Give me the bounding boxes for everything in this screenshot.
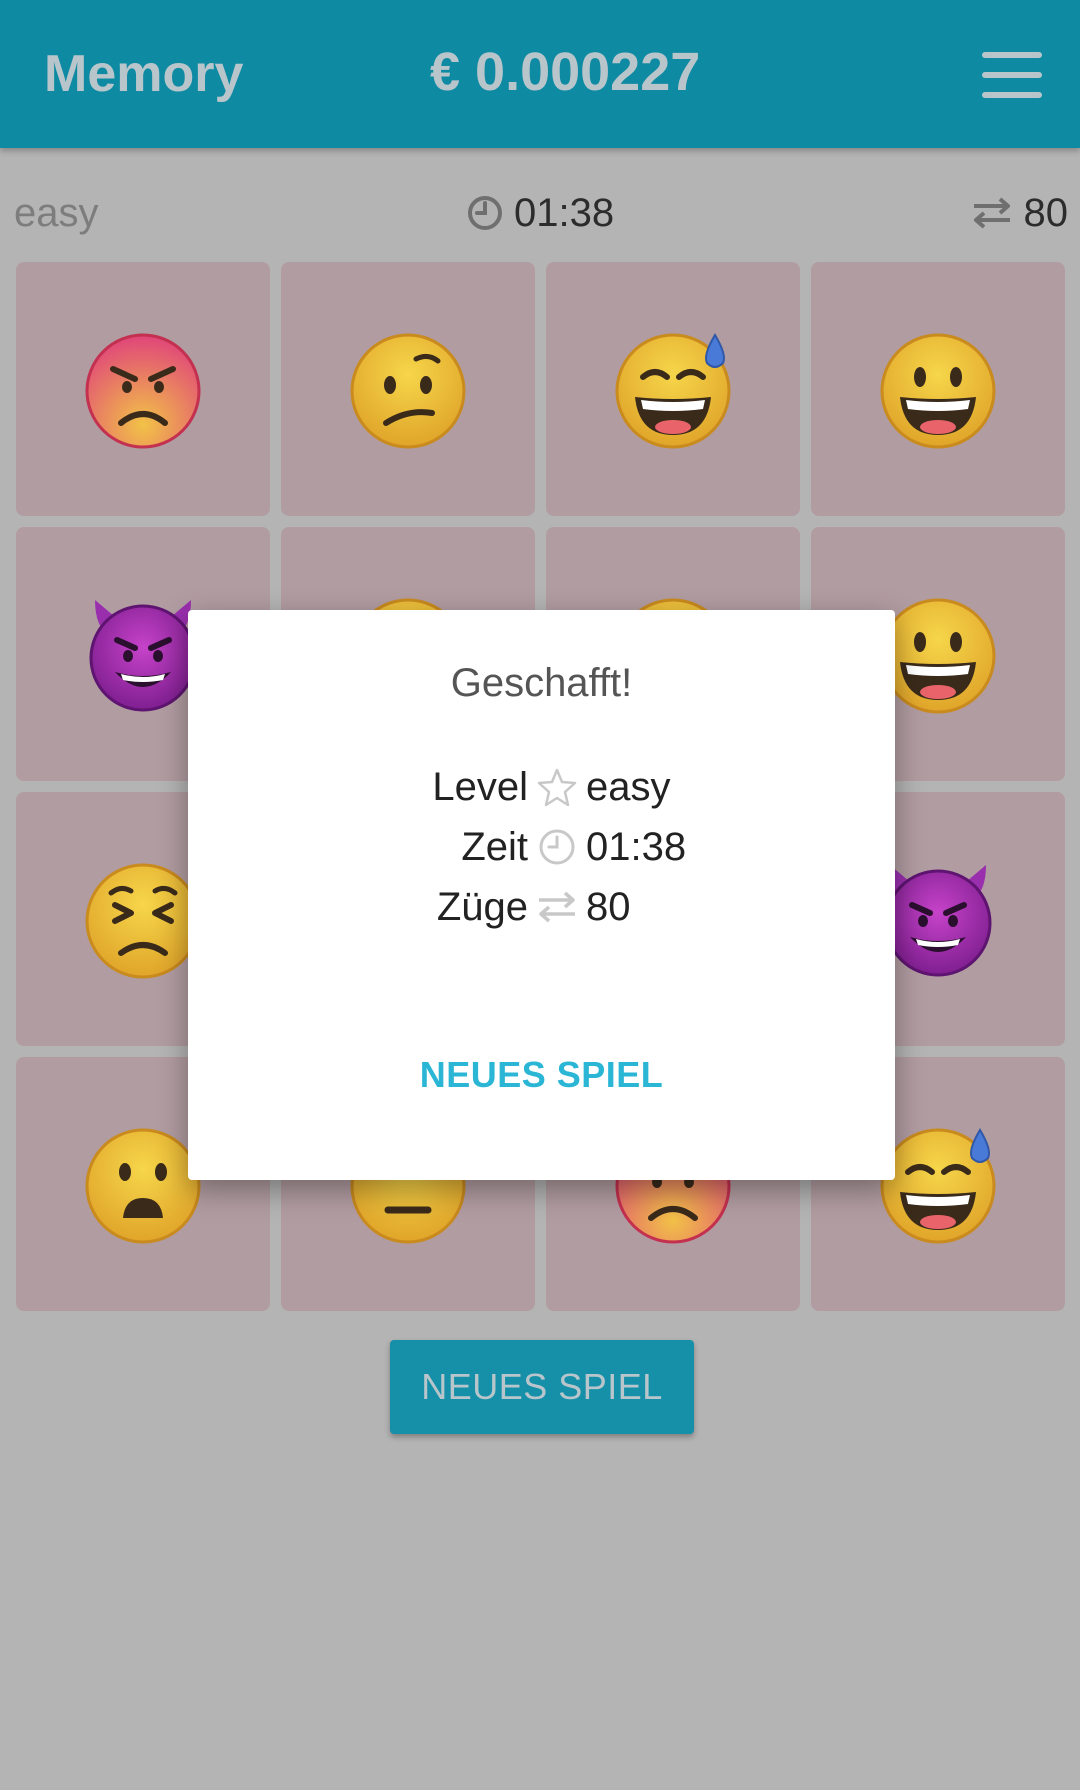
clock-icon [468,196,502,230]
status-moves: 80 [970,190,1069,236]
new-game-button[interactable]: NEUES SPIEL [390,1340,694,1434]
hushed-face-icon [85,1128,201,1244]
swap-arrows-icon [528,890,586,924]
app-bar: Memory € 0.000227 [0,0,1080,148]
dialog-title: Geschafft! [450,661,633,705]
clock-icon [528,827,586,867]
angry-face-icon [85,333,201,449]
dialog-value-moves: 80 [586,885,631,929]
memory-card[interactable] [16,262,270,516]
status-time-value: 01:38 [514,191,615,235]
hamburger-menu-icon[interactable] [982,52,1042,98]
memory-card[interactable] [811,262,1065,516]
dialog-label-time: Zeit [461,825,528,869]
grinning-face-icon [880,333,996,449]
result-dialog: Geschafft! Level easy Zeit 01:38 Züge 80 [188,610,895,1180]
status-time: 01:38 [466,190,614,236]
dialog-label-level: Level [432,765,528,809]
confused-face-icon [350,333,466,449]
dialog-value-level: easy [586,765,671,809]
dialog-row-level: Level easy [428,762,671,812]
dialog-value-time: 01:38 [586,825,687,869]
smiling-devil-face-icon [89,600,197,712]
persevering-face-icon [85,863,201,979]
dialog-row-time: Zeit 01:38 [428,822,686,872]
star-icon [528,767,586,807]
dialog-row-moves: Züge 80 [428,882,631,932]
dialog-new-game-button[interactable]: NEUES SPIEL [188,1050,895,1100]
grinning-sweat-face-icon [615,333,731,449]
app-title: Memory [44,45,244,103]
memory-card[interactable] [546,262,800,516]
balance-display: € 0.000227 [430,42,701,102]
status-moves-value: 80 [1023,191,1069,235]
memory-card[interactable] [281,262,535,516]
status-level: easy [14,191,99,235]
swap-arrows-icon [973,197,1010,229]
dialog-label-moves: Züge [436,885,528,929]
